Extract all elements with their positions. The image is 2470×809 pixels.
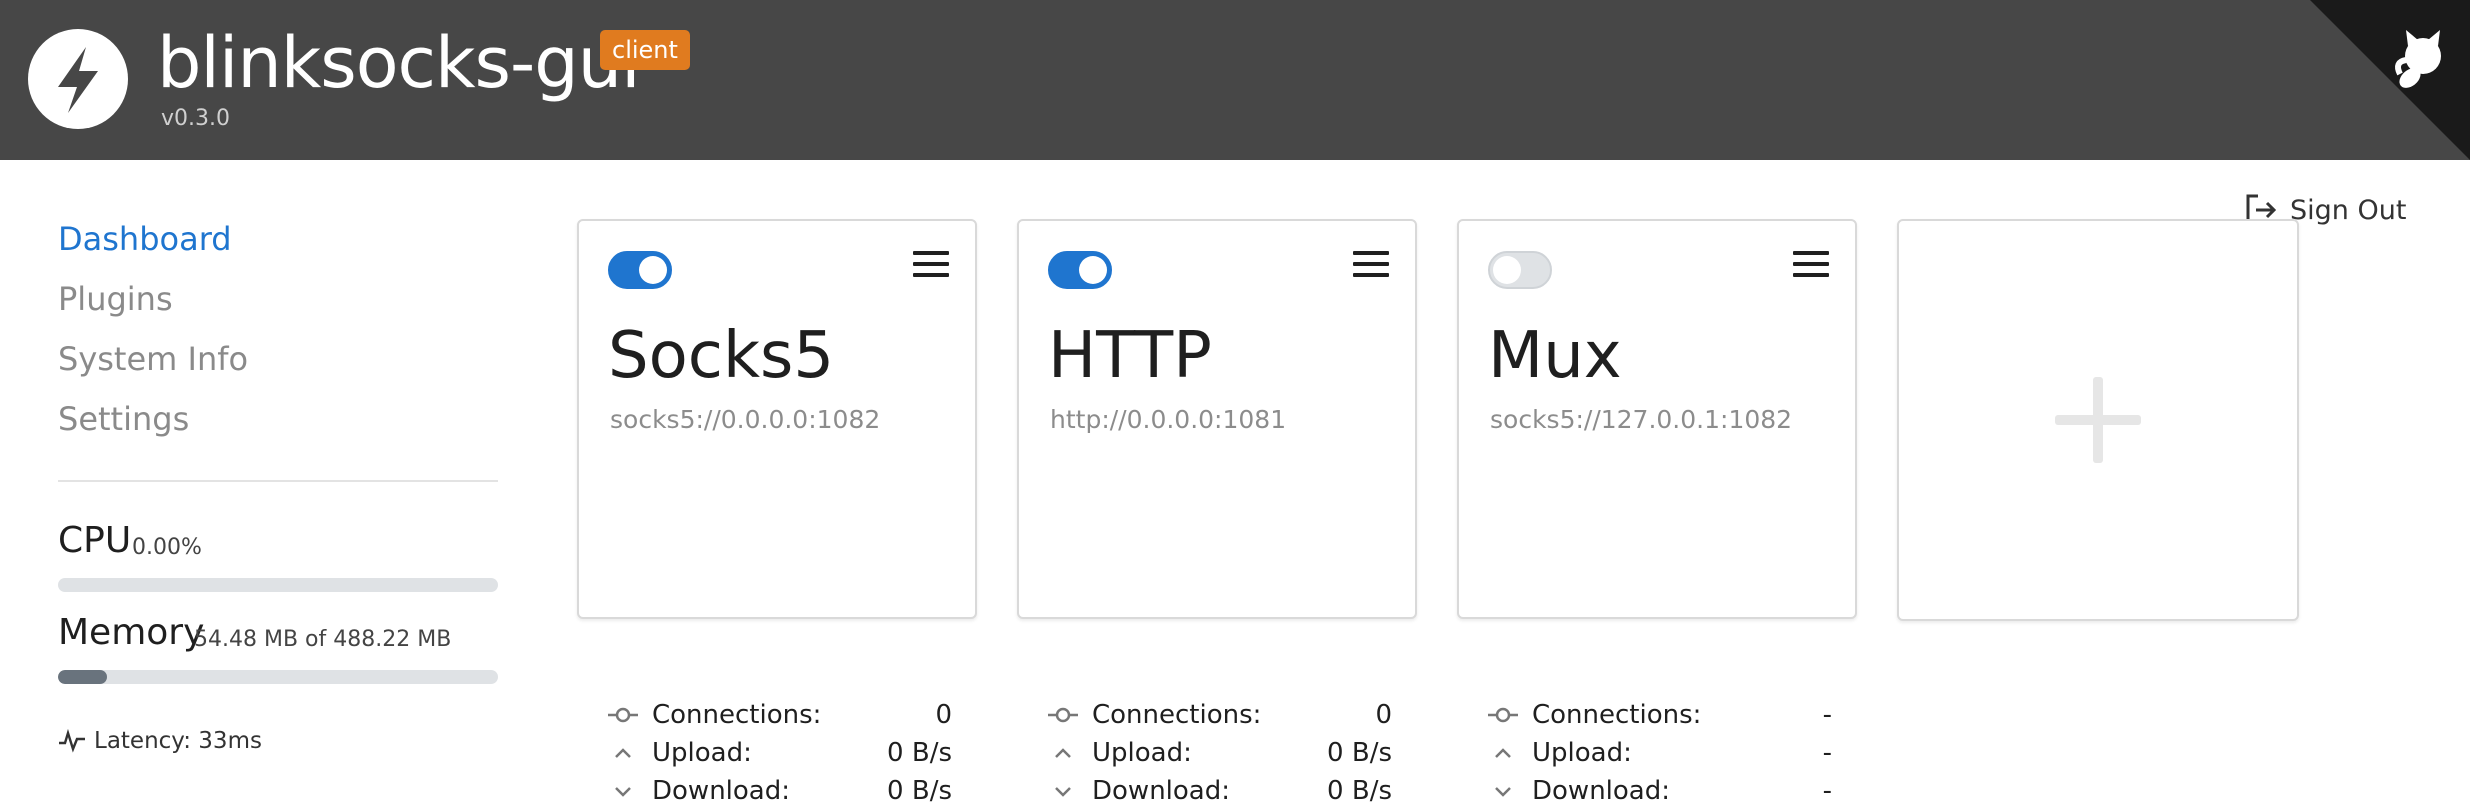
mode-badge: client — [600, 30, 690, 70]
chevron-down-icon — [1495, 787, 1511, 797]
cpu-value: 0.00% — [132, 535, 202, 560]
hamburger-menu-icon[interactable] — [1353, 251, 1389, 281]
download-row: Download: 0 B/s — [1048, 773, 1392, 809]
connections-label: Connections: — [1092, 700, 1262, 730]
nav-plugins[interactable]: Plugins — [58, 280, 173, 318]
cpu-usage-bar — [58, 578, 498, 592]
chevron-down-icon — [1055, 787, 1071, 797]
nav-settings[interactable]: Settings — [58, 400, 189, 438]
connections-label: Connections: — [1532, 700, 1702, 730]
connections-value: 0 — [935, 700, 952, 730]
hamburger-menu-icon[interactable] — [913, 251, 949, 281]
chevron-up-icon — [1495, 748, 1511, 758]
upload-value: - — [1822, 738, 1832, 768]
connections-value: 0 — [1375, 700, 1392, 730]
upload-label: Upload: — [1532, 738, 1632, 768]
app-title: blinksocks-gui — [157, 22, 641, 104]
latency-indicator: Latency: 33ms — [58, 728, 262, 754]
nav-system-info[interactable]: System Info — [58, 340, 248, 378]
download-value: - — [1822, 776, 1832, 806]
sidebar-divider — [58, 480, 498, 482]
download-label: Download: — [652, 776, 790, 806]
connections-value: - — [1822, 700, 1832, 730]
lightning-bolt-icon — [28, 29, 128, 129]
service-name: Socks5 — [608, 319, 835, 393]
service-address: socks5://127.0.0.1:1082 — [1490, 405, 1793, 434]
connections-label: Connections: — [652, 700, 822, 730]
commit-icon — [1048, 707, 1078, 723]
upload-value: 0 B/s — [1327, 738, 1392, 768]
service-card-socks5: Socks5 socks5://0.0.0.0:1082 Connections… — [577, 219, 977, 806]
hamburger-menu-icon[interactable] — [1793, 251, 1829, 281]
commit-icon — [1488, 707, 1518, 723]
service-toggle[interactable] — [1048, 251, 1112, 289]
chevron-up-icon — [1055, 748, 1071, 758]
connections-row: Connections: 0 — [608, 697, 952, 733]
service-name: HTTP — [1048, 319, 1212, 393]
service-card-http: HTTP http://0.0.0.0:1081 Connections: 0 … — [1017, 219, 1417, 806]
service-address: socks5://0.0.0.0:1082 — [610, 405, 881, 434]
app-header: blinksocks-gui client v0.3.0 — [0, 0, 2470, 160]
connections-row: Connections: 0 — [1048, 697, 1392, 733]
download-label: Download: — [1092, 776, 1230, 806]
memory-usage-fill — [58, 670, 108, 684]
add-service-button[interactable] — [1897, 219, 2299, 621]
upload-row: Upload: 0 B/s — [1048, 735, 1392, 771]
cpu-title: CPU — [58, 520, 132, 561]
sign-out-label: Sign Out — [2290, 194, 2407, 226]
download-value: 0 B/s — [887, 776, 952, 806]
service-toggle[interactable] — [608, 251, 672, 289]
github-corner-link[interactable] — [2310, 0, 2470, 160]
connections-row: Connections: - — [1488, 697, 1832, 733]
plus-icon — [2055, 377, 2141, 463]
service-toggle[interactable] — [1488, 251, 1552, 289]
pulse-icon — [59, 729, 85, 753]
commit-icon — [608, 707, 638, 723]
memory-title: Memory — [58, 612, 205, 653]
upload-label: Upload: — [652, 738, 752, 768]
download-label: Download: — [1532, 776, 1670, 806]
upload-row: Upload: - — [1488, 735, 1832, 771]
nav-dashboard[interactable]: Dashboard — [58, 220, 232, 258]
download-row: Download: 0 B/s — [608, 773, 952, 809]
service-name: Mux — [1488, 319, 1622, 393]
download-value: 0 B/s — [1327, 776, 1392, 806]
memory-usage-bar — [58, 670, 498, 684]
service-address: http://0.0.0.0:1081 — [1050, 405, 1287, 434]
memory-value: 54.48 MB of 488.22 MB — [194, 627, 452, 652]
service-card-mux: Mux socks5://127.0.0.1:1082 Connections:… — [1457, 219, 1857, 806]
upload-value: 0 B/s — [887, 738, 952, 768]
version-label: v0.3.0 — [161, 106, 230, 131]
chevron-down-icon — [615, 787, 631, 797]
latency-label: Latency: 33ms — [94, 728, 262, 754]
upload-label: Upload: — [1092, 738, 1192, 768]
download-row: Download: - — [1488, 773, 1832, 809]
chevron-up-icon — [615, 748, 631, 758]
upload-row: Upload: 0 B/s — [608, 735, 952, 771]
